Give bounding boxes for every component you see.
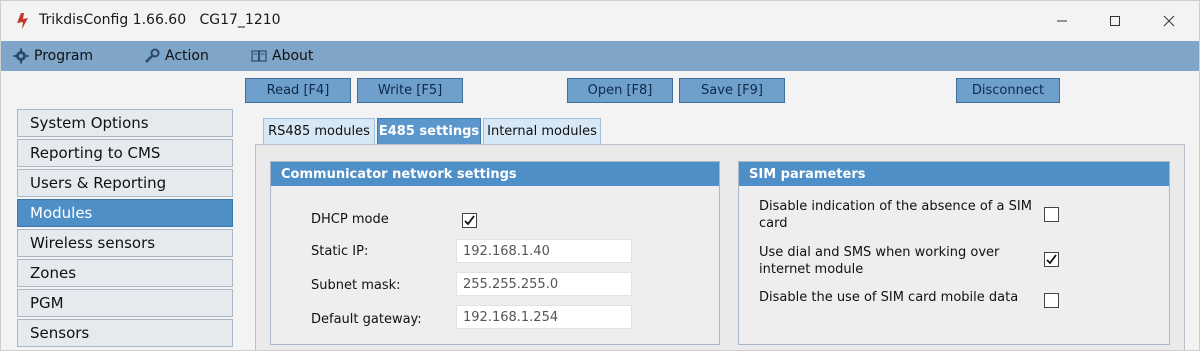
trikdis-app-icon: [15, 13, 29, 29]
minimize-button[interactable]: [1036, 1, 1088, 41]
sim-parameters-title: SIM parameters: [739, 162, 1169, 186]
sim-option-mobile-data-label: Disable the use of SIM card mobile data: [759, 290, 1019, 305]
book-icon: [251, 48, 267, 64]
maximize-button[interactable]: [1089, 1, 1141, 41]
gear-icon: [13, 48, 29, 64]
title-bar: TrikdisConfig 1.66.60 CG17_1210: [1, 1, 1199, 41]
read-button[interactable]: Read [F4]: [245, 78, 351, 103]
tab-content: Communicator network settings DHCP mode …: [255, 144, 1185, 350]
minimize-icon: [1057, 20, 1067, 22]
sidebar-item-users-reporting[interactable]: Users & Reporting: [17, 169, 233, 197]
subnet-mask-input[interactable]: 255.255.255.0: [456, 272, 632, 296]
toolbar: Read [F4] Write [F5] Open [F8] Save [F9]…: [1, 71, 1199, 109]
sidebar-item-reporting-to-cms[interactable]: Reporting to CMS: [17, 139, 233, 167]
sidebar-item-zones[interactable]: Zones: [17, 259, 233, 287]
menu-about[interactable]: About: [251, 41, 313, 71]
menu-bar: Program Action About: [1, 41, 1199, 71]
static-ip-input[interactable]: 192.168.1.40: [456, 239, 632, 263]
app-window: TrikdisConfig 1.66.60 CG17_1210 Program …: [0, 0, 1200, 351]
sim-dial-sms-checkbox[interactable]: [1044, 252, 1059, 267]
sidebar: System Options Reporting to CMS Users & …: [17, 109, 233, 350]
default-gateway-label: Default gateway:: [311, 312, 422, 327]
sim-absence-checkbox[interactable]: [1044, 207, 1059, 222]
static-ip-label: Static IP:: [311, 244, 369, 259]
subnet-mask-label: Subnet mask:: [311, 278, 401, 293]
tab-internal-modules[interactable]: Internal modules: [483, 118, 601, 144]
save-button[interactable]: Save [F9]: [679, 78, 785, 103]
write-button[interactable]: Write [F5]: [357, 78, 463, 103]
sim-parameters-group: SIM parameters Disable indication of the…: [738, 161, 1170, 345]
sidebar-item-pgm[interactable]: PGM: [17, 289, 233, 317]
window-title: TrikdisConfig 1.66.60 CG17_1210: [39, 12, 281, 28]
sim-mobile-data-checkbox[interactable]: [1044, 293, 1059, 308]
sidebar-item-wireless-sensors[interactable]: Wireless sensors: [17, 229, 233, 257]
device-name: CG17_1210: [199, 12, 281, 28]
sim-option-absence-label: Disable indication of the absence of a S…: [759, 199, 1032, 231]
sidebar-item-system-options[interactable]: System Options: [17, 109, 233, 137]
close-button[interactable]: [1143, 1, 1195, 41]
menu-action[interactable]: Action: [144, 41, 209, 71]
sim-option-dial-sms-label: Use dial and SMS when working over intern…: [759, 245, 1000, 277]
tab-e485-settings[interactable]: E485 settings: [377, 118, 481, 144]
sidebar-item-sensors[interactable]: Sensors: [17, 319, 233, 347]
disconnect-button[interactable]: Disconnect: [956, 78, 1060, 103]
sidebar-item-modules[interactable]: Modules: [17, 199, 233, 227]
network-settings-title: Communicator network settings: [271, 162, 719, 186]
close-icon: [1163, 15, 1175, 27]
dhcp-label: DHCP mode: [311, 212, 389, 227]
checkmark-icon: [1046, 254, 1057, 265]
tab-rs485-modules[interactable]: RS485 modules: [263, 118, 375, 144]
open-button[interactable]: Open [F8]: [567, 78, 673, 103]
wrench-icon: [144, 48, 160, 64]
checkmark-icon: [464, 215, 475, 226]
network-settings-group: Communicator network settings DHCP mode …: [270, 161, 720, 345]
default-gateway-input[interactable]: 192.168.1.254: [456, 305, 632, 329]
menu-program[interactable]: Program: [13, 41, 93, 71]
maximize-icon: [1110, 16, 1120, 26]
dhcp-checkbox[interactable]: [462, 213, 477, 228]
